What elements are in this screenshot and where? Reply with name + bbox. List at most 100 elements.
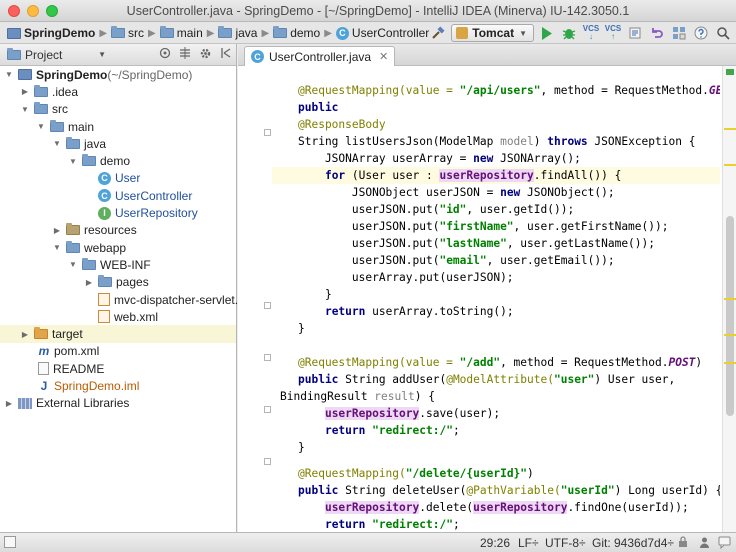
chevron-right-icon: ▶: [148, 27, 156, 39]
fold-marker-icon[interactable]: [264, 129, 271, 136]
tree-item-target[interactable]: ▶ target: [0, 325, 236, 343]
tree-item-web-inf[interactable]: ▼ WEB-INF: [0, 256, 236, 273]
status-bar: 29:26 LF÷ UTF-8÷ Git: 9436d7d4÷: [0, 532, 736, 552]
module-file-icon: J: [40, 378, 48, 393]
build-button[interactable]: [429, 24, 447, 42]
code-line: return userArray.toString();: [324, 305, 514, 318]
code-area[interactable]: @RequestMapping(value = "/api/users", me…: [272, 66, 720, 532]
tab-usercontroller-java[interactable]: C UserController.java ✕: [244, 46, 396, 66]
tree-item-src[interactable]: ▼ src: [0, 101, 236, 118]
breadcrumb-src[interactable]: src: [108, 23, 147, 43]
settings-button[interactable]: [199, 47, 212, 63]
tree-item-idea[interactable]: ▶ .idea: [0, 83, 236, 100]
fold-marker-icon[interactable]: [264, 302, 271, 309]
chevron-right-icon: ▶: [261, 27, 270, 39]
tree-item-web-xml[interactable]: web.xml: [0, 308, 236, 325]
collapsed-arrow-icon: ▶: [53, 225, 61, 235]
library-icon: [18, 397, 32, 409]
fold-marker-icon[interactable]: [264, 406, 271, 413]
window-title: UserController.java - SpringDemo - [~/Sp…: [126, 4, 630, 18]
revert-button[interactable]: [648, 24, 666, 42]
class-icon: C: [335, 26, 349, 40]
tree-item-pages[interactable]: ▶ pages: [0, 274, 236, 291]
run-configuration-select[interactable]: Tomcat ▼: [451, 24, 534, 42]
git-branch[interactable]: Git: 9436d7d4÷: [592, 536, 674, 550]
breadcrumb-demo[interactable]: demo: [270, 23, 323, 43]
editor-gutter[interactable]: [238, 66, 272, 532]
expanded-arrow-icon: ▼: [53, 243, 61, 253]
tree-item-external-libraries[interactable]: ▶ External Libraries: [0, 395, 236, 412]
search-everywhere-button[interactable]: [714, 24, 732, 42]
run-button[interactable]: [538, 24, 556, 42]
hide-panel-button[interactable]: [220, 47, 232, 62]
fold-marker-icon[interactable]: [264, 458, 271, 465]
tree-item-iml[interactable]: J SpringDemo.iml: [0, 377, 236, 394]
breadcrumb-main[interactable]: main: [157, 23, 206, 43]
target-icon: [159, 47, 171, 59]
tree-item-usercontroller[interactable]: C UserController: [0, 187, 236, 204]
tree-item-webapp[interactable]: ▼ webapp: [0, 239, 236, 256]
inspection-status-icon[interactable]: [726, 69, 734, 75]
caret-position[interactable]: 29:26: [480, 536, 510, 550]
tree-item-readme[interactable]: README: [0, 360, 236, 377]
inspector-icon[interactable]: [698, 536, 711, 552]
code-line: }: [298, 322, 305, 335]
breadcrumb-java[interactable]: java: [215, 23, 260, 43]
code-line: return "redirect:/";: [324, 518, 460, 531]
vcs-history-button[interactable]: [626, 24, 644, 42]
close-tab-icon[interactable]: ✕: [379, 50, 388, 63]
tree-item-user[interactable]: C User: [0, 170, 236, 187]
resources-folder-icon: [66, 223, 80, 236]
history-icon: [629, 27, 641, 39]
code-line: userJSON.put("firstName", user.getFirstN…: [298, 220, 669, 233]
vcs-commit-button[interactable]: VCS ↑: [604, 24, 622, 42]
event-log-icon[interactable]: [718, 536, 731, 552]
code-line: public: [298, 101, 339, 114]
tree-item-resources[interactable]: ▶ resources: [0, 222, 236, 239]
project-structure-button[interactable]: [670, 24, 688, 42]
code-editor: C UserController.java ✕ @RequestMapping(…: [238, 44, 736, 532]
code-line: @ResponseBody: [298, 118, 386, 131]
code-line: return "redirect:/";: [324, 424, 460, 437]
expanded-arrow-icon: ▼: [21, 104, 29, 114]
code-line: userArray.put(userJSON);: [298, 271, 514, 284]
warning-marker[interactable]: [724, 128, 736, 130]
expanded-arrow-icon: ▼: [37, 122, 45, 132]
bug-icon: [562, 29, 576, 40]
collapse-all-button[interactable]: [179, 47, 191, 62]
file-encoding[interactable]: UTF-8÷: [545, 536, 586, 550]
tool-windows-icon[interactable]: [4, 536, 16, 548]
scroll-from-source-button[interactable]: [159, 47, 171, 62]
warning-marker[interactable]: [724, 164, 736, 166]
tree-item-main[interactable]: ▼ main: [0, 118, 236, 135]
warning-marker[interactable]: [724, 362, 736, 364]
scrollbar-thumb[interactable]: [726, 216, 734, 416]
vcs-update-button[interactable]: VCS ↓: [582, 24, 600, 42]
package-icon: [82, 154, 96, 167]
lock-icon[interactable]: [678, 536, 688, 551]
breadcrumb-project[interactable]: SpringDemo: [4, 23, 98, 43]
tree-item-demo[interactable]: ▼ demo: [0, 152, 236, 169]
warning-marker[interactable]: [724, 298, 736, 300]
line-separator[interactable]: LF÷: [518, 536, 539, 550]
help-button[interactable]: [692, 24, 710, 42]
project-view-select[interactable]: Project ▼: [4, 47, 110, 63]
maven-icon: m: [38, 344, 50, 359]
tree-item-java[interactable]: ▼ java: [0, 135, 236, 152]
tree-item-userrepository[interactable]: I UserRepository: [0, 204, 236, 221]
collapsed-arrow-icon: ▶: [85, 277, 93, 287]
breadcrumb-usercontroller[interactable]: C UserController: [333, 23, 432, 43]
collapsed-arrow-icon: ▶: [21, 329, 29, 339]
fold-marker-icon[interactable]: [264, 354, 271, 361]
tree-item-pom[interactable]: m pom.xml: [0, 343, 236, 360]
vcs-update-icon: VCS ↓: [582, 24, 600, 41]
lock-icon-svg: [679, 536, 687, 547]
warning-marker[interactable]: [724, 334, 736, 336]
folder-icon: [82, 257, 96, 270]
collapsed-arrow-icon: ▶: [5, 398, 13, 408]
tree-item-mvc-dispatcher[interactable]: mvc-dispatcher-servlet.xml: [0, 291, 257, 308]
editor-scrollbar[interactable]: [722, 66, 736, 532]
tree-item-springdemo[interactable]: ▼ SpringDemo (~/SpringDemo): [0, 66, 236, 83]
debug-button[interactable]: [560, 24, 578, 42]
hector-icon: [700, 537, 709, 548]
